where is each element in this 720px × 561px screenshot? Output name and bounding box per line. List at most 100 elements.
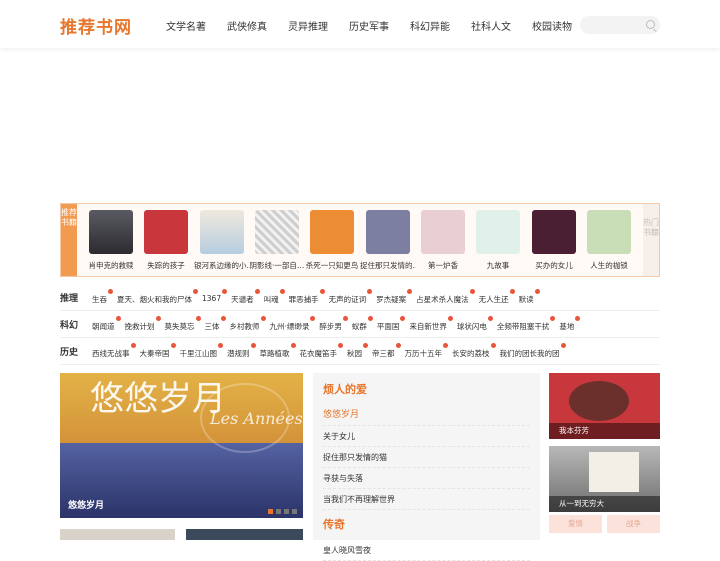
book-card[interactable]: 阴影线·一部自… bbox=[250, 210, 304, 271]
list-item[interactable]: 悠悠岁月 bbox=[323, 405, 530, 426]
tag-link[interactable]: 大秦帝国 bbox=[140, 343, 176, 359]
section-title[interactable]: 传奇 bbox=[323, 516, 530, 532]
nav-item-wuxia[interactable]: 武侠修真 bbox=[227, 18, 267, 33]
nav-item-social-science[interactable]: 社科人文 bbox=[471, 18, 511, 33]
category-pill[interactable]: 爱情 bbox=[549, 515, 602, 533]
book-card[interactable]: 捉住那只发情的… bbox=[360, 210, 416, 271]
tag-link[interactable]: 万历十五年 bbox=[405, 343, 448, 359]
tag-row-heading: 历史 bbox=[60, 348, 79, 358]
book-cover[interactable] bbox=[200, 210, 244, 254]
tag-link[interactable]: 挽救计划 bbox=[125, 316, 161, 332]
tag-link[interactable]: 潜规则 bbox=[227, 343, 255, 359]
tag-link[interactable]: 我们的团长我的团 bbox=[500, 343, 566, 359]
category-pill[interactable]: 战争 bbox=[607, 515, 660, 533]
recommend-tag-label: 推荐书籍 bbox=[61, 204, 77, 276]
side-card-caption[interactable]: 从一到无穷大 bbox=[549, 496, 660, 512]
tag-link[interactable]: 1367 bbox=[202, 289, 228, 305]
tag-link[interactable]: 来自新世界 bbox=[409, 316, 453, 332]
tag-link[interactable]: 夏天、烟火和我的尸体 bbox=[117, 289, 198, 305]
tag-link[interactable]: 罪恶捕手 bbox=[289, 289, 325, 305]
list-item[interactable]: 捉住那只发情的猫 bbox=[323, 447, 530, 468]
book-card[interactable]: 九故事 bbox=[475, 210, 521, 271]
book-cover-partial[interactable] bbox=[186, 529, 303, 540]
tag-link[interactable]: 花衣魔笛手 bbox=[300, 343, 343, 359]
tag-link[interactable]: 罗杰疑案 bbox=[376, 289, 413, 305]
tag-link[interactable]: 无声的证词 bbox=[329, 289, 372, 305]
nav-item-scifi[interactable]: 科幻异能 bbox=[410, 18, 450, 33]
nav-item-campus[interactable]: 校园读物 bbox=[532, 18, 572, 33]
tag-link[interactable]: 无人生还 bbox=[479, 289, 515, 305]
book-title[interactable]: 买办的女儿 bbox=[526, 260, 582, 271]
book-title[interactable]: 肖申克的救赎 bbox=[83, 260, 139, 271]
book-title[interactable]: 人生的枷锁 bbox=[581, 260, 637, 271]
book-cover[interactable] bbox=[421, 210, 465, 254]
book-cover[interactable] bbox=[89, 210, 133, 254]
carousel-dot[interactable] bbox=[284, 509, 289, 514]
book-title[interactable]: 九故事 bbox=[470, 260, 526, 271]
nav-item-literature[interactable]: 文学名著 bbox=[166, 18, 206, 33]
book-card[interactable]: 失踪的孩子 bbox=[143, 210, 189, 271]
tag-link[interactable]: 秋园 bbox=[347, 343, 368, 359]
carousel-dot-active[interactable] bbox=[268, 509, 273, 514]
book-title[interactable]: 第一炉香 bbox=[415, 260, 471, 271]
list-item[interactable]: 寻获与失落 bbox=[323, 468, 530, 489]
tag-link[interactable]: 球状闪电 bbox=[457, 316, 493, 332]
featured-book-carousel[interactable]: 悠悠岁月 Les Années 悠悠岁月 bbox=[60, 373, 303, 518]
section-title[interactable]: 烦人的爱 bbox=[323, 381, 530, 397]
carousel-caption[interactable]: 悠悠岁月 bbox=[68, 498, 104, 511]
book-cover[interactable] bbox=[366, 210, 410, 254]
search-icon[interactable] bbox=[646, 20, 655, 29]
tag-link[interactable]: 生吞 bbox=[92, 289, 113, 305]
tag-link[interactable]: 平面国 bbox=[377, 316, 405, 332]
tag-link[interactable]: 天谴者 bbox=[231, 289, 259, 305]
tag-link[interactable]: 三体 bbox=[205, 316, 226, 332]
book-cover[interactable] bbox=[310, 210, 354, 254]
tag-link[interactable]: 全频带阻塞干扰 bbox=[497, 316, 555, 332]
book-cover[interactable] bbox=[144, 210, 188, 254]
tag-link[interactable]: 九州·缥缈录 bbox=[270, 316, 316, 332]
list-item[interactable]: 关于女儿 bbox=[323, 426, 530, 447]
book-title[interactable]: 杀死一只知更鸟 bbox=[304, 260, 360, 271]
tag-link[interactable]: 乡村教师 bbox=[230, 316, 266, 332]
tag-link[interactable]: 叫魂 bbox=[264, 289, 285, 305]
tag-link[interactable]: 朝闻道 bbox=[92, 316, 120, 332]
book-cover[interactable] bbox=[255, 210, 299, 254]
tag-link[interactable]: 莫失莫忘 bbox=[165, 316, 201, 332]
book-cover[interactable] bbox=[532, 210, 576, 254]
book-title[interactable]: 银河系边缘的小… bbox=[194, 260, 250, 271]
list-item[interactable]: 当我们不再理解世界 bbox=[323, 489, 530, 510]
tag-link[interactable]: 草路植歌 bbox=[260, 343, 296, 359]
book-card[interactable]: 肖申克的救赎 bbox=[88, 210, 134, 271]
side-book-card[interactable]: 我本芬芳 bbox=[549, 373, 660, 439]
book-card[interactable]: 第一炉香 bbox=[420, 210, 466, 271]
side-book-card[interactable]: 从一到无穷大 bbox=[549, 446, 660, 512]
book-cover-partial[interactable] bbox=[60, 529, 175, 540]
list-item[interactable]: 皇人晓风雪夜 bbox=[323, 540, 530, 561]
book-card[interactable]: 杀死一只知更鸟 bbox=[306, 210, 358, 271]
search-input[interactable] bbox=[580, 16, 660, 34]
tag-link[interactable]: 占星术杀人魔法 bbox=[416, 289, 475, 305]
book-card[interactable]: 银河系边缘的小… bbox=[194, 210, 250, 271]
tag-link[interactable]: 千里江山图 bbox=[180, 343, 223, 359]
book-title[interactable]: 失踪的孩子 bbox=[138, 260, 194, 271]
tag-link[interactable]: 基地 bbox=[559, 316, 581, 332]
carousel-dot[interactable] bbox=[292, 509, 297, 514]
hot-books-tag-label[interactable]: 热门书籍 bbox=[643, 204, 659, 276]
book-card[interactable]: 买办的女儿 bbox=[531, 210, 577, 271]
site-logo[interactable]: 推荐书网 bbox=[60, 13, 132, 38]
tag-link[interactable]: 醉步男 bbox=[319, 316, 348, 332]
book-cover[interactable] bbox=[476, 210, 520, 254]
nav-item-history[interactable]: 历史军事 bbox=[349, 18, 389, 33]
book-title[interactable]: 阴影线·一部自… bbox=[249, 260, 305, 271]
carousel-dot[interactable] bbox=[276, 509, 281, 514]
side-card-caption[interactable]: 我本芬芳 bbox=[549, 423, 660, 439]
tag-link[interactable]: 帝三都 bbox=[372, 343, 400, 359]
tag-link[interactable]: 默读 bbox=[519, 289, 540, 305]
book-cover[interactable] bbox=[587, 210, 631, 254]
nav-item-mystery[interactable]: 灵异推理 bbox=[288, 18, 328, 33]
book-card[interactable]: 人生的枷锁 bbox=[586, 210, 632, 271]
book-title[interactable]: 捉住那只发情的… bbox=[360, 260, 416, 271]
tag-link[interactable]: 西线无战事 bbox=[92, 343, 135, 359]
tag-link[interactable]: 蚁群 bbox=[352, 316, 373, 332]
tag-link[interactable]: 长安的荔枝 bbox=[452, 343, 495, 359]
